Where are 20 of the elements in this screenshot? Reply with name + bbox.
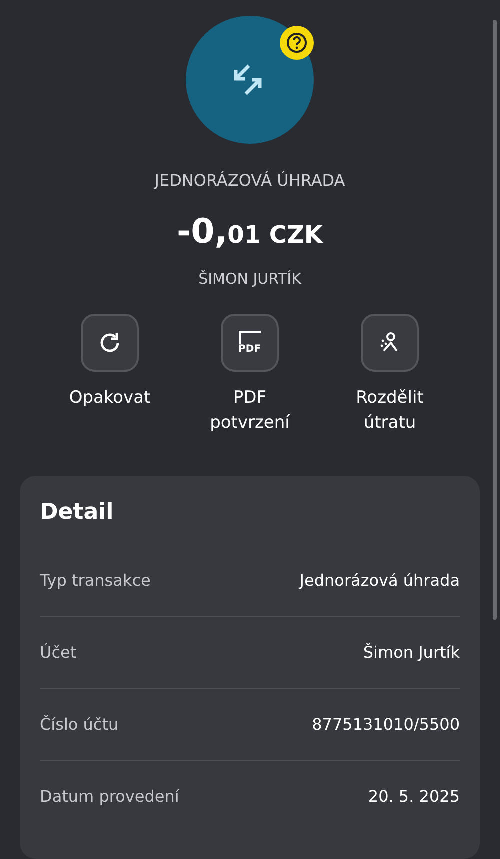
payment-type-title: JEDNORÁZOVÁ ÚHRADA [154,171,346,190]
detail-label: Účet [40,643,77,662]
detail-value: 20. 5. 2025 [368,787,460,806]
action-button[interactable]: PDF [221,314,279,372]
detail-title: Detail [40,499,115,527]
action-label: Rozdělit útratu [356,387,424,435]
detail-label: Číslo účtu [40,715,119,734]
action-label: Opakovat [69,387,151,410]
amount: -0,01 CZK [176,212,324,252]
action-button[interactable] [361,314,419,372]
counterparty-name: ŠIMON JURTÍK [198,270,302,288]
detail-value: Jednorázová úhrada [300,571,460,590]
action-label: PDF potvrzení [210,387,290,435]
detail-value: 8775131010/5500 [312,715,460,734]
help-icon[interactable] [279,25,315,61]
detail-label: Datum provedení [40,787,180,806]
scrollbar[interactable] [493,20,497,620]
action-button[interactable] [81,314,139,372]
detail-label: Typ transakce [40,571,151,590]
detail-value: Šimon Jurtík [363,643,460,662]
